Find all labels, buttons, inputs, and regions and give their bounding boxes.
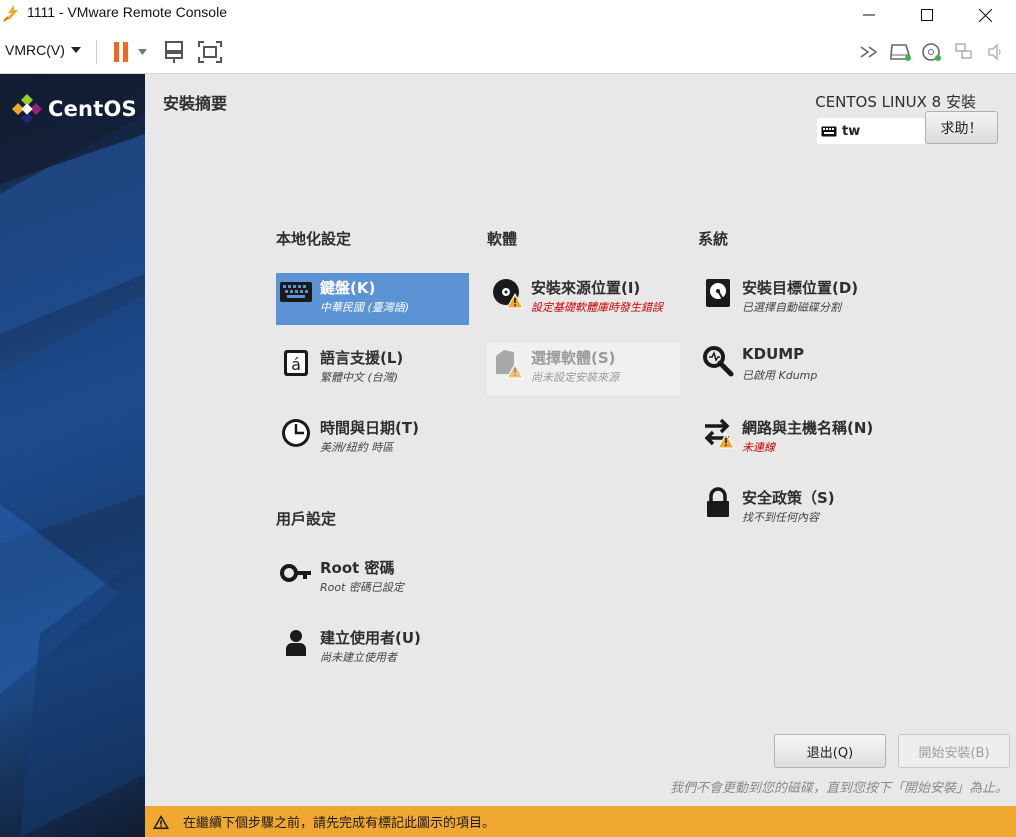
language-icon: á: [284, 350, 308, 376]
category-localization: 本地化設定: [276, 230, 352, 248]
forward-icon: [860, 46, 878, 58]
spoke-software-label: 選擇軟體(S): [531, 349, 616, 367]
maximize-icon: [921, 9, 933, 21]
spoke-network-label: 網路與主機名稱(N): [742, 419, 874, 437]
network-adapter-button[interactable]: [950, 38, 978, 66]
spoke-network-status: 未連線: [742, 441, 775, 454]
minimize-button[interactable]: [840, 0, 898, 30]
category-software: 軟體: [487, 230, 518, 248]
spoke-keyboard-status: 中華民國 (臺灣語): [320, 301, 410, 314]
category-user-settings: 用戶設定: [276, 510, 337, 528]
spoke-security-status: 找不到任何內容: [742, 511, 819, 524]
user-icon: [286, 630, 306, 656]
maximize-button[interactable]: [898, 0, 956, 30]
send-ctrl-alt-del-icon: [165, 41, 183, 63]
keyboard-layout-indicator[interactable]: tw: [817, 118, 925, 144]
keyboard-icon: [821, 126, 837, 136]
centos-logo-text: CentOS: [48, 97, 137, 121]
fullscreen-button[interactable]: [196, 38, 224, 66]
begin-installation-button[interactable]: 開始安裝(B): [898, 734, 1010, 768]
spoke-source-status: 設定基礎軟體庫時發生錯誤: [531, 301, 663, 314]
spoke-security-label: 安全政策（S): [742, 489, 835, 507]
spoke-destination-status: 已選擇自動磁碟分割: [742, 301, 841, 314]
cd-dvd-icon: [922, 43, 941, 61]
clock-icon: [282, 419, 310, 447]
centos-logo-icon: [12, 94, 42, 124]
product-title: CENTOS LINUX 8 安裝: [815, 93, 976, 111]
vmrc-menu[interactable]: VMRC(V): [5, 42, 81, 58]
spoke-user-creation[interactable]: 建立使用者(U) 尚未建立使用者: [276, 623, 469, 675]
spoke-language-label: 語言支援(L): [320, 349, 404, 367]
window-titlebar: 1111 - VMware Remote Console: [0, 0, 1016, 30]
lock-icon: [707, 487, 729, 517]
spoke-installation-source[interactable]: 安裝來源位置(I) 設定基礎軟體庫時發生錯誤: [487, 273, 680, 325]
spoke-time-date[interactable]: 時間與日期(T) 美洲/紐約 時區: [276, 413, 469, 465]
vmware-icon: [3, 5, 18, 22]
spoke-user-status: 尚未建立使用者: [320, 651, 397, 664]
spoke-kdump-status: 已啟用 Kdump: [742, 369, 818, 382]
fullscreen-icon: [198, 41, 222, 63]
keyboard-icon: [280, 282, 312, 302]
warning-bar: 在繼續下個步驟之前，請先完成有標記此圖示的項目。: [145, 806, 1016, 837]
warning-message: 在繼續下個步驟之前，請先完成有標記此圖示的項目。: [183, 816, 496, 831]
spoke-root-password[interactable]: Root 密碼 Root 密碼已設定: [276, 553, 469, 605]
spoke-security-policy[interactable]: 安全政策（S) 找不到任何內容: [698, 483, 891, 535]
spoke-software-selection[interactable]: 選擇軟體(S) 尚未設定安裝來源: [487, 343, 680, 395]
spoke-language-support[interactable]: á 語言支援(L) 繁體中文 (台灣): [276, 343, 469, 395]
package-warning-icon: [496, 350, 524, 379]
spoke-root-label: Root 密碼: [320, 559, 395, 577]
installation-footnote: 我們不會更動到您的磁碟，直到您按下「開始安裝」為止。: [669, 781, 1008, 796]
disc-warning-icon: [493, 279, 524, 309]
pause-icon: [114, 42, 128, 62]
vmrc-toolbar: VMRC(V): [0, 30, 1016, 74]
vmrc-menu-label: VMRC(V): [5, 42, 65, 58]
sound-button[interactable]: [982, 38, 1010, 66]
centos-logo: CentOS: [12, 94, 137, 124]
spoke-source-label: 安裝來源位置(I): [531, 279, 641, 297]
window-title: 1111 - VMware Remote Console: [27, 4, 227, 20]
close-button[interactable]: [956, 0, 1014, 30]
spoke-root-status: Root 密碼已設定: [320, 581, 404, 594]
installer-sidebar: CentOS: [0, 74, 145, 837]
category-system: 系統: [698, 230, 729, 248]
spoke-kdump[interactable]: KDUMP 已啟用 Kdump: [698, 341, 891, 393]
send-ctrl-alt-del-button[interactable]: [160, 38, 188, 66]
magnifier-icon: [703, 346, 734, 377]
network-adapter-icon: [955, 43, 972, 59]
help-button[interactable]: 求助！: [925, 111, 998, 144]
hard-drive-icon: [706, 279, 730, 307]
key-icon: [280, 564, 311, 582]
chevron-down-icon: [70, 47, 81, 53]
minimize-icon: [863, 14, 875, 16]
spoke-installation-destination[interactable]: 安裝目標位置(D) 已選擇自動磁碟分割: [698, 273, 891, 325]
dropdown-arrow-icon: [137, 49, 147, 55]
warning-icon: [153, 814, 169, 829]
spoke-software-status: 尚未設定安裝來源: [531, 371, 619, 384]
forward-button[interactable]: [855, 38, 883, 66]
quit-button[interactable]: 退出(Q): [774, 734, 886, 768]
sidebar-background-art: [0, 74, 145, 837]
power-options-dropdown[interactable]: [132, 38, 152, 66]
pause-button[interactable]: [107, 38, 135, 66]
spoke-time-label: 時間與日期(T): [320, 419, 419, 437]
spoke-time-status: 美洲/紐約 時區: [320, 441, 394, 454]
hard-disk-icon: [890, 44, 911, 61]
sound-icon: [988, 44, 1001, 60]
page-title: 安裝摘要: [163, 94, 228, 113]
toolbar-divider: [96, 40, 97, 64]
spoke-destination-label: 安裝目標位置(D): [742, 279, 859, 297]
hard-disk-button[interactable]: [886, 38, 914, 66]
spoke-language-status: 繁體中文 (台灣): [320, 371, 399, 384]
spoke-network-hostname[interactable]: 網路與主機名稱(N) 未連線: [698, 413, 891, 465]
cd-dvd-button[interactable]: [918, 38, 946, 66]
spoke-keyboard[interactable]: 鍵盤(K) 中華民國 (臺灣語): [276, 273, 469, 325]
spoke-keyboard-label: 鍵盤(K): [320, 279, 376, 297]
svg-text:á: á: [291, 355, 301, 374]
spoke-user-label: 建立使用者(U): [320, 629, 421, 647]
network-warning-icon: [704, 418, 735, 449]
close-icon: [978, 8, 992, 22]
guest-console[interactable]: CentOS 安裝摘要 CENTOS LINUX 8 安裝 tw 求助！ 本地化…: [0, 74, 1016, 837]
spoke-kdump-label: KDUMP: [742, 345, 805, 363]
keyboard-layout-label: tw: [842, 123, 861, 139]
